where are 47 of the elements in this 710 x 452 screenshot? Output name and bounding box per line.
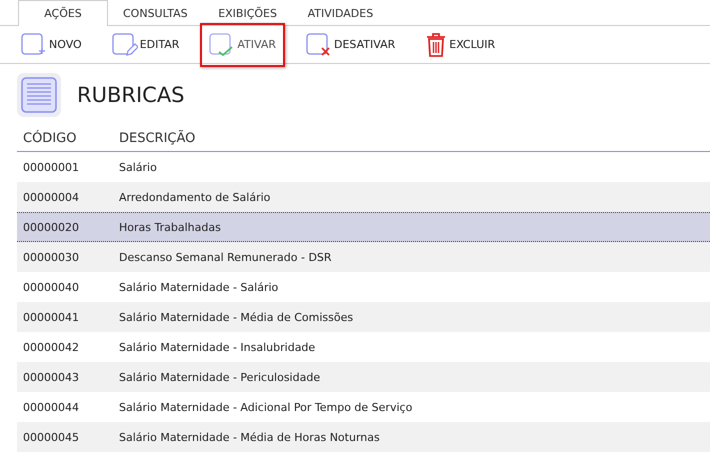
activate-button[interactable]: ATIVAR	[200, 22, 286, 66]
edit-button[interactable]: EDITAR	[102, 26, 188, 64]
table-cell-text: 00000004	[22, 191, 80, 204]
table-cell-text: Salário Maternidade - Adicional Por Tempo de Serviço	[119, 401, 414, 414]
page-title: RUBRICAS	[77, 83, 185, 107]
tab[interactable]: ATIVIDADES	[292, 0, 388, 26]
trash-icon	[425, 32, 448, 58]
checkmark-icon	[209, 32, 236, 56]
column-header: DESCRIÇÃO	[119, 130, 196, 146]
table-row[interactable]: 00000045 Salário Maternidade - Média de Horas Noturnas	[17, 422, 710, 452]
new-icon	[21, 32, 47, 56]
table-cell-text: Salário Maternidade - Salário	[119, 281, 280, 294]
table-cell-text: Salário Maternidade - Média de Horas Noturnas	[119, 431, 381, 444]
table-cell-text: Salário Maternidade - Insalubridade	[119, 341, 316, 354]
table-row[interactable]: 00000004 Arredondamento de Salário	[17, 182, 710, 212]
delete-button[interactable]: EXCLUIR	[416, 24, 504, 64]
table-cell-text: Arredondamento de Salário	[119, 191, 272, 204]
table-row[interactable]: 00000020 Horas Trabalhadas	[17, 212, 710, 242]
tab[interactable]: CONSULTAS	[108, 0, 203, 26]
table-cell-text: Descanso Semanal Remunerado - DSR	[119, 251, 333, 264]
table-row[interactable]: 00000041 Salário Maternidade - Média de Comissões	[17, 302, 710, 332]
cross-icon	[306, 32, 332, 56]
table-row[interactable]: 00000044 Salário Maternidade - Adicional Por Tempo de Serviço	[17, 392, 710, 422]
table-row[interactable]: 00000001 Salário	[17, 152, 710, 182]
column-header: CÓDIGO	[22, 130, 78, 146]
table-cell-text: 00000044	[22, 401, 80, 414]
tab[interactable]: AÇÕES	[18, 0, 108, 26]
table-cell-text: Salário	[119, 161, 158, 174]
table-row[interactable]: 00000040 Salário Maternidade - Salário	[17, 272, 710, 302]
table-cell-text: Horas Trabalhadas	[119, 220, 222, 234]
table-row[interactable]: 00000030 Descanso Semanal Remunerado - DSR	[17, 242, 710, 272]
table-row[interactable]: 00000042 Salário Maternidade - Insalubridade	[17, 332, 710, 362]
table-cell-text: 00000045	[22, 431, 80, 444]
edit-icon	[112, 32, 138, 56]
table-cell-text: 00000030	[22, 251, 80, 264]
table-cell-text: 00000043	[22, 371, 80, 384]
table-cell-text: Salário Maternidade - Média de Comissões	[119, 311, 354, 324]
table-cell-text: 00000041	[22, 311, 80, 324]
table-cell-text: 00000020	[22, 220, 80, 234]
table-cell-text: 00000042	[22, 341, 80, 354]
document-icon	[17, 73, 61, 117]
table-cell-text: 00000001	[22, 161, 80, 174]
deactivate-button[interactable]: DESATIVAR	[297, 26, 404, 64]
table-cell-text: 00000040	[22, 281, 80, 294]
new-button[interactable]: NOVO	[12, 26, 91, 64]
table-cell-text: Salário Maternidade - Periculosidade	[119, 371, 322, 384]
table-row[interactable]: 00000043 Salário Maternidade - Periculosidade	[17, 362, 710, 392]
